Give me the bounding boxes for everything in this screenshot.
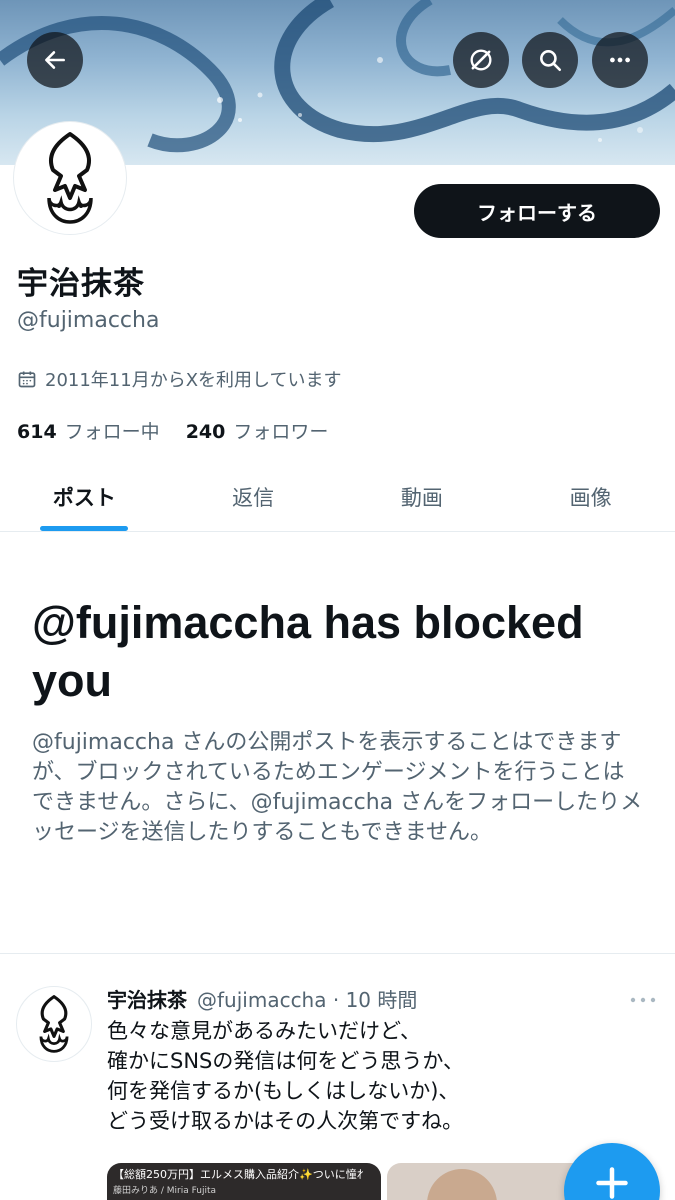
photo-thumbnail <box>427 1169 497 1200</box>
profile-tabs: ポスト 返信 動画 画像 <box>0 462 675 532</box>
more-horizontal-icon <box>610 57 630 63</box>
search-icon <box>540 50 562 72</box>
tab-replies[interactable]: 返信 <box>169 462 338 531</box>
divider <box>0 953 675 954</box>
post-handle-time: @fujimaccha · 10 時間 <box>197 988 418 1012</box>
user-handle: @fujimaccha <box>17 308 160 333</box>
post-line: 何を発信するか(もしくはしないか)、 <box>107 1079 460 1103</box>
follow-button[interactable]: フォローする <box>414 184 660 238</box>
more-horizontal-icon <box>630 997 656 1003</box>
arrow-left-icon <box>45 51 65 69</box>
tab-posts[interactable]: ポスト <box>0 462 169 531</box>
following-link[interactable]: 614 フォロー中 <box>17 417 160 444</box>
following-count: 614 <box>17 421 57 443</box>
search-button[interactable] <box>522 32 578 88</box>
slash-circle-icon <box>470 49 492 71</box>
following-label: フォロー中 <box>64 421 160 443</box>
joined-text: 2011年11月からXを利用しています <box>45 370 342 391</box>
more-button[interactable] <box>592 32 648 88</box>
post-line: どう受け取るかはその人次第ですね。 <box>107 1109 464 1133</box>
tab-label: 返信 <box>232 485 275 510</box>
grok-button[interactable] <box>453 32 509 88</box>
media-subcaption: 藤田みりあ / Miria Fujita <box>113 1186 217 1196</box>
squid-avatar-image <box>39 995 69 1053</box>
back-button[interactable] <box>27 32 83 88</box>
profile-avatar[interactable] <box>14 122 126 234</box>
post-line: 色々な意見があるみたいだけど、 <box>107 1019 421 1043</box>
post-more-button[interactable] <box>628 990 658 1014</box>
post-text: 色々な意見があるみたいだけど、 確かにSNSの発信は何をどう思うか、 何を発信す… <box>107 1016 647 1136</box>
tab-label: ポスト <box>52 485 116 510</box>
tab-images[interactable]: 画像 <box>506 462 675 531</box>
followers-label: フォロワー <box>233 421 329 443</box>
media-caption: 【総額250万円】エルメス購入品紹介✨ついに憧れの大物バ <box>113 1168 363 1181</box>
post-line: 確かにSNSの発信は何をどう思うか、 <box>107 1049 464 1073</box>
tab-label: 動画 <box>400 485 443 510</box>
display-name: 宇治抹茶 <box>17 266 145 302</box>
joined-date: 2011年11月からXを利用しています <box>17 366 342 392</box>
calendar-icon <box>18 371 36 388</box>
tab-label: 画像 <box>569 485 612 510</box>
compose-button[interactable] <box>564 1143 660 1200</box>
post-media-video[interactable]: 【総額250万円】エルメス購入品紹介✨ついに憧れの大物バ 藤田みりあ / Mir… <box>107 1163 381 1200</box>
followers-link[interactable]: 240 フォロワー <box>186 417 329 444</box>
followers-count: 240 <box>185 421 226 443</box>
follow-stats: 614 フォロー中 240 フォロワー <box>17 417 328 444</box>
tab-videos[interactable]: 動画 <box>338 462 507 531</box>
plus-icon <box>596 1167 628 1199</box>
squid-avatar-image <box>47 132 93 224</box>
post-avatar[interactable] <box>16 986 92 1062</box>
blocked-title: @fujimaccha has blocked you <box>32 597 584 706</box>
post-header: 宇治抹茶 @fujimaccha · 10 時間 <box>107 984 417 1013</box>
blocked-description: @fujimaccha さんの公開ポストを表示することはできますが、ブロックされ… <box>32 730 643 845</box>
post-author-name[interactable]: 宇治抹茶 <box>107 984 187 1013</box>
active-tab-indicator <box>40 526 129 531</box>
